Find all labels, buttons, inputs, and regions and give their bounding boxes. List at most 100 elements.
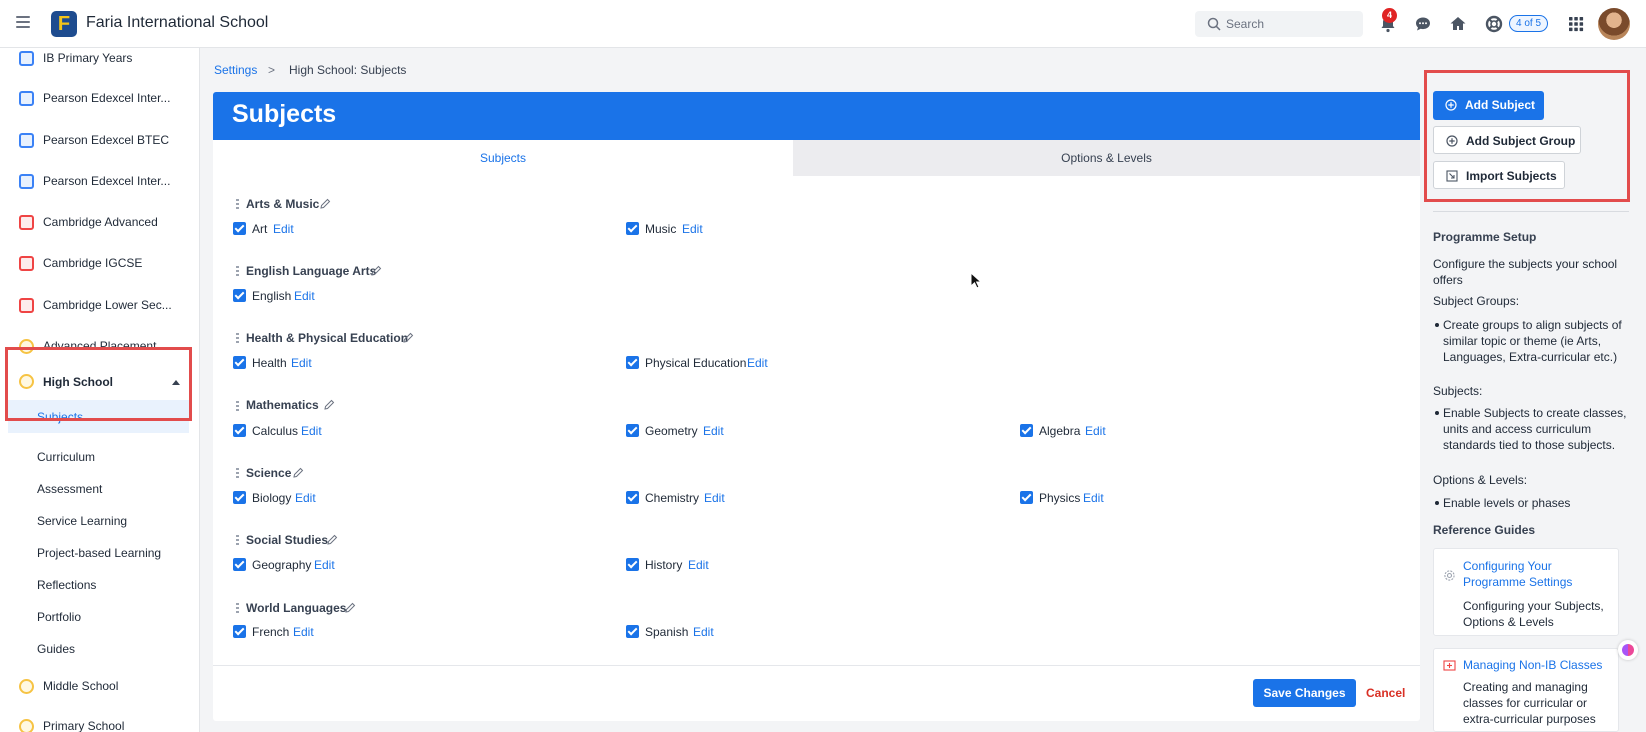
pencil-icon[interactable] — [326, 534, 338, 546]
gear-icon — [1444, 570, 1455, 581]
add-subject-button[interactable]: Add Subject — [1433, 91, 1544, 120]
chat-icon[interactable] — [1413, 14, 1433, 34]
sidebar-item-label: Pearson Edexcel Inter... — [43, 91, 171, 105]
sidebar-item-cambridge-advanced[interactable]: Cambridge Advanced — [0, 204, 199, 240]
programme-icon — [19, 133, 34, 148]
drag-handle-icon[interactable] — [236, 535, 239, 545]
user-avatar[interactable] — [1598, 8, 1630, 40]
guide-title-link[interactable]: Managing Non-IB Classes — [1463, 657, 1615, 673]
edit-link[interactable]: Edit — [1085, 424, 1106, 438]
subject-checkbox[interactable] — [626, 558, 639, 571]
edit-link[interactable]: Edit — [301, 424, 322, 438]
sidebar-item-cambridge-lower-secondary[interactable]: Cambridge Lower Sec... — [0, 287, 199, 323]
drag-handle-icon[interactable] — [236, 333, 239, 343]
subject-checkbox[interactable] — [626, 356, 639, 369]
sidebar-item-label: Pearson Edexcel Inter... — [43, 174, 171, 188]
subject-checkbox[interactable] — [626, 222, 639, 235]
help-lifebuoy-icon[interactable] — [1484, 14, 1504, 34]
guide-card[interactable]: Configuring Your Programme Settings Conf… — [1433, 548, 1619, 636]
edit-link[interactable]: Edit — [682, 222, 703, 236]
breadcrumb-settings-link[interactable]: Settings — [214, 63, 257, 77]
edit-link[interactable]: Edit — [291, 356, 312, 370]
subject-name: Physics — [1039, 491, 1081, 505]
subject-checkbox[interactable] — [626, 491, 639, 504]
sidebar-subitem-assessment[interactable]: Assessment — [37, 482, 102, 496]
sidebar-subitem-service-learning[interactable]: Service Learning — [37, 514, 127, 528]
save-changes-button[interactable]: Save Changes — [1253, 679, 1356, 707]
edit-link[interactable]: Edit — [703, 424, 724, 438]
tab-subjects[interactable]: Subjects — [213, 140, 793, 176]
app-title[interactable]: Faria International School — [86, 14, 268, 32]
subject-checkbox[interactable] — [233, 356, 246, 369]
assistant-brain-icon[interactable] — [1618, 640, 1638, 660]
sidebar-item-pearson-edexcel-btec[interactable]: Pearson Edexcel BTEC — [0, 122, 199, 158]
edit-link[interactable]: Edit — [704, 491, 725, 505]
edit-link[interactable]: Edit — [693, 625, 714, 639]
sidebar-subitem-reflections[interactable]: Reflections — [37, 578, 96, 592]
pencil-icon[interactable] — [319, 198, 331, 210]
pencil-icon[interactable] — [323, 399, 335, 411]
pencil-icon[interactable] — [402, 332, 414, 344]
subject-checkbox[interactable] — [233, 625, 246, 638]
edit-link[interactable]: Edit — [273, 222, 294, 236]
subject-checkbox[interactable] — [233, 222, 246, 235]
apps-grid-icon[interactable] — [1566, 14, 1586, 34]
sidebar-item-middle-school[interactable]: Middle School — [0, 668, 199, 704]
cancel-button[interactable]: Cancel — [1366, 686, 1405, 700]
sidebar-item-cambridge-igcse[interactable]: Cambridge IGCSE — [0, 245, 199, 281]
pencil-icon[interactable] — [292, 467, 304, 479]
subject-checkbox[interactable] — [1020, 491, 1033, 504]
sidebar-item-ib-primary-years[interactable]: IB Primary Years — [0, 48, 199, 76]
sidebar-item-primary-school[interactable]: Primary School — [0, 708, 199, 732]
subject-checkbox[interactable] — [626, 625, 639, 638]
subject-checkbox[interactable] — [1020, 424, 1033, 437]
edit-link[interactable]: Edit — [295, 491, 316, 505]
subject-checkbox[interactable] — [233, 289, 246, 302]
school-logo[interactable]: F — [51, 11, 77, 37]
sidebar-subitem-portfolio[interactable]: Portfolio — [37, 610, 81, 624]
sidebar-item-pearson-edexcel-international-2[interactable]: Pearson Edexcel Inter... — [0, 163, 199, 199]
sidebar-subitem-project-based-learning[interactable]: Project-based Learning — [37, 546, 161, 560]
subject-name: Music — [645, 222, 677, 236]
tab-options-levels[interactable]: Options & Levels — [793, 140, 1420, 176]
drag-handle-icon[interactable] — [236, 468, 239, 478]
pencil-icon[interactable] — [344, 602, 356, 614]
options-levels-heading: Options & Levels: — [1433, 473, 1528, 487]
guide-description: Configuring your Subjects, Options & Lev… — [1463, 599, 1604, 629]
sidebar-item-label: Pearson Edexcel BTEC — [43, 133, 170, 147]
edit-link[interactable]: Edit — [293, 625, 314, 639]
search-input[interactable]: Search — [1195, 11, 1363, 37]
edit-link[interactable]: Edit — [688, 558, 709, 572]
guide-title-link[interactable]: Configuring Your Programme Settings — [1463, 558, 1615, 590]
subjects-card — [213, 92, 1420, 721]
add-subject-group-button[interactable]: Add Subject Group — [1433, 126, 1581, 154]
programme-setup-heading: Programme Setup — [1433, 230, 1537, 244]
edit-link[interactable]: Edit — [294, 289, 315, 303]
sidebar-item-label: Primary School — [43, 719, 125, 732]
drag-handle-icon[interactable] — [236, 199, 239, 209]
programme-icon — [19, 256, 34, 271]
group-title: English Language Arts — [246, 264, 377, 278]
guide-card[interactable]: Managing Non-IB Classes Creating and man… — [1433, 648, 1619, 732]
drag-handle-icon[interactable] — [236, 401, 239, 411]
drag-handle-icon[interactable] — [236, 603, 239, 613]
drag-handle-icon[interactable] — [236, 266, 239, 276]
progress-pill[interactable]: 4 of 5 — [1509, 15, 1549, 32]
import-subjects-button[interactable]: Import Subjects — [1433, 161, 1565, 189]
subject-name: French — [252, 625, 290, 639]
group-title: Social Studies — [246, 533, 329, 547]
sidebar-subitem-guides[interactable]: Guides — [37, 642, 75, 656]
subject-checkbox[interactable] — [233, 424, 246, 437]
subject-groups-bullet: Create groups to align subjects of simil… — [1435, 317, 1635, 365]
sidebar-subitem-curriculum[interactable]: Curriculum — [37, 450, 95, 464]
menu-icon[interactable] — [16, 16, 30, 30]
subject-checkbox[interactable] — [626, 424, 639, 437]
home-icon[interactable] — [1448, 14, 1468, 34]
subject-checkbox[interactable] — [233, 491, 246, 504]
pencil-icon[interactable] — [370, 265, 382, 277]
subject-checkbox[interactable] — [233, 558, 246, 571]
edit-link[interactable]: Edit — [747, 356, 768, 370]
edit-link[interactable]: Edit — [314, 558, 335, 572]
edit-link[interactable]: Edit — [1083, 491, 1104, 505]
sidebar-item-pearson-edexcel-international[interactable]: Pearson Edexcel Inter... — [0, 80, 199, 116]
